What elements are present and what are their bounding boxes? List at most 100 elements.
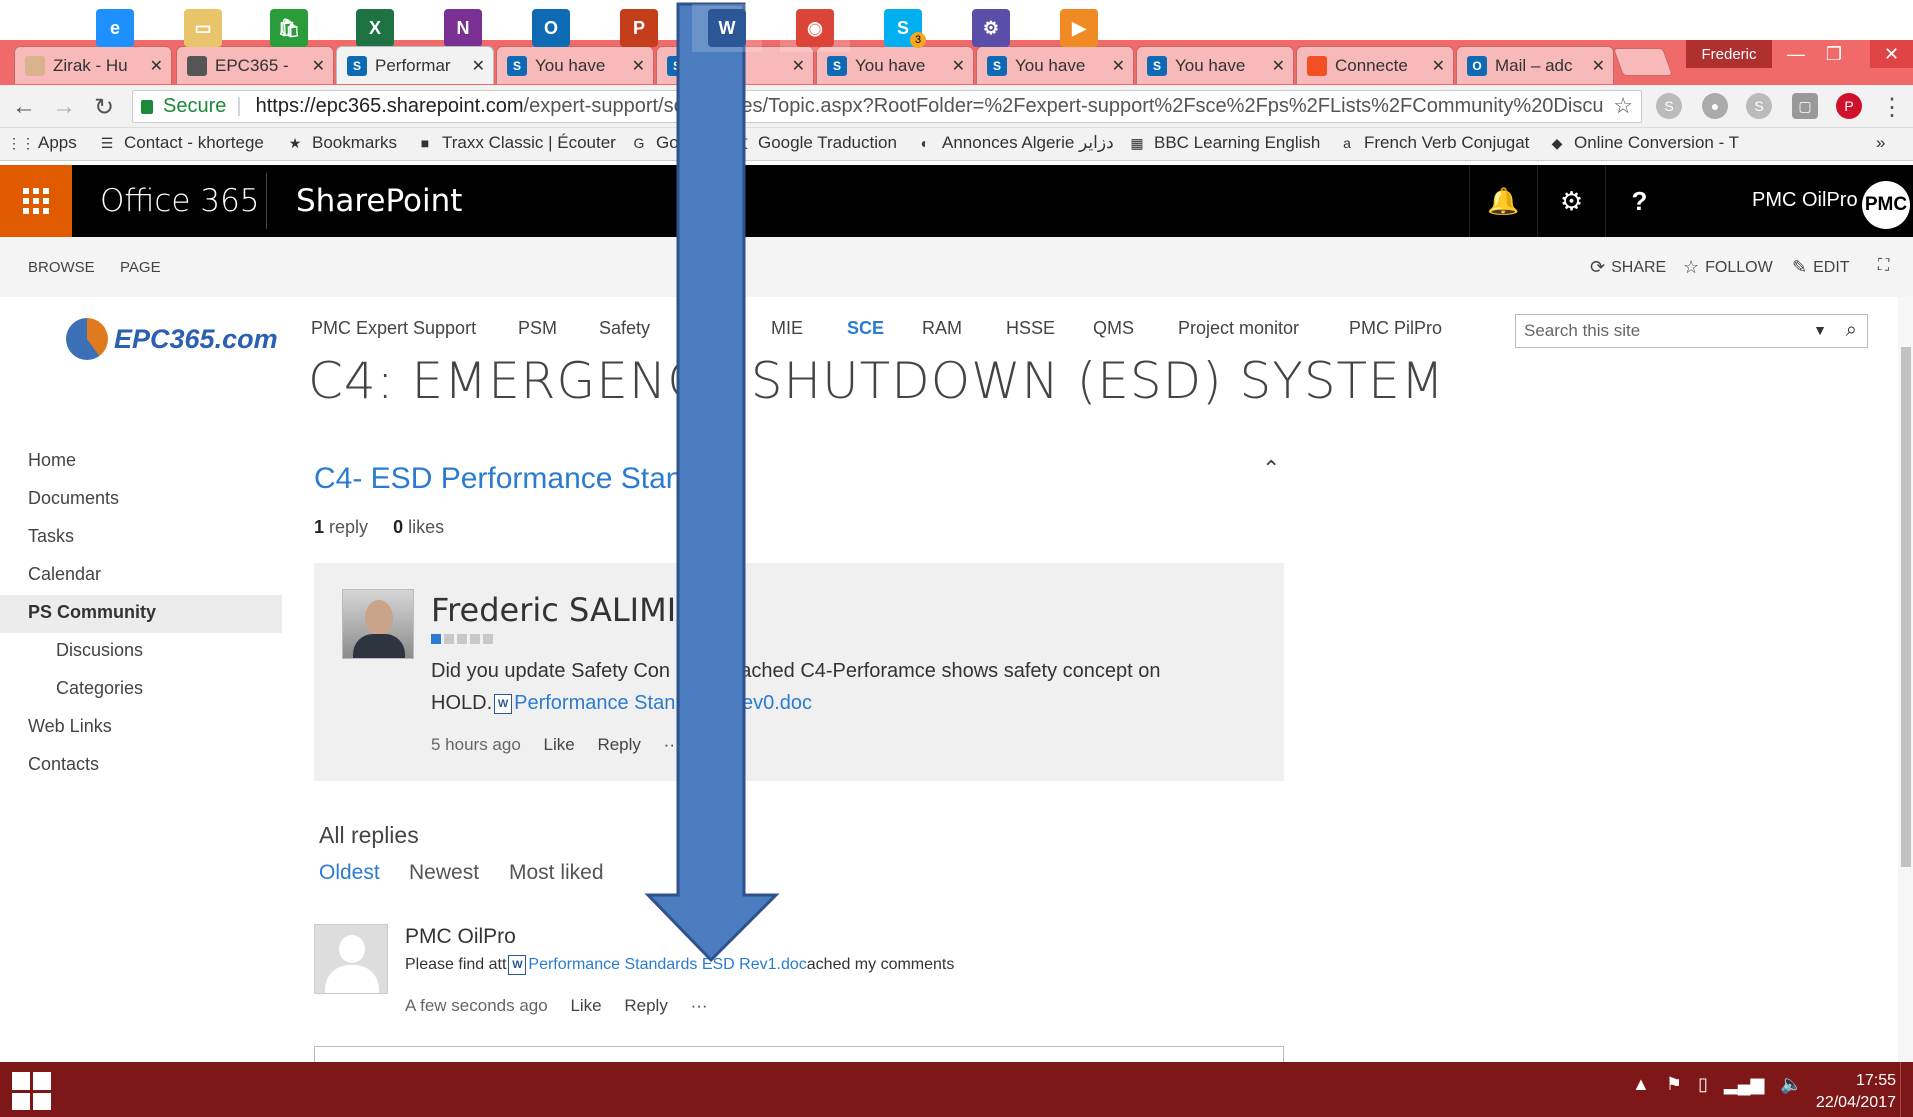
- office-365-title[interactable]: Office 365: [100, 183, 260, 219]
- taskbar-app-button[interactable]: O: [516, 4, 586, 52]
- taskbar-app-button[interactable]: ▭: [168, 4, 238, 52]
- top-nav-item[interactable]: Safety: [599, 318, 650, 339]
- start-button-windows-icon[interactable]: [12, 1072, 52, 1110]
- collapse-chevron-icon[interactable]: ⌃: [1262, 456, 1280, 482]
- tab-close-icon[interactable]: ✕: [312, 56, 325, 76]
- tab-close-icon[interactable]: ✕: [952, 56, 965, 76]
- bookmark-item[interactable]: ◐ Annonces Algerie دزاير: [916, 133, 1114, 153]
- top-nav-item[interactable]: PSM: [518, 318, 557, 339]
- reply-reply-button[interactable]: Reply: [624, 996, 667, 1015]
- address-bar[interactable]: Secure | https://epc365.sharepoint.com/e…: [132, 90, 1642, 123]
- secure-indicator[interactable]: Secure: [141, 95, 226, 118]
- tab-close-icon[interactable]: ✕: [150, 56, 163, 76]
- power-icon[interactable]: ▯: [1698, 1074, 1708, 1095]
- left-nav-item[interactable]: Calendar: [28, 564, 101, 585]
- tab-page[interactable]: PAGE: [120, 259, 161, 276]
- bookmark-item[interactable]: ★ Bookmarks: [286, 133, 397, 153]
- network-signal-icon[interactable]: ▂▄▆: [1724, 1074, 1764, 1095]
- reply-input-box[interactable]: [314, 1046, 1284, 1062]
- help-icon[interactable]: ?: [1605, 165, 1673, 237]
- avatar[interactable]: PMC: [1862, 181, 1910, 229]
- left-nav-item[interactable]: Categories: [56, 678, 143, 699]
- taskbar-app-button[interactable]: ▶: [1044, 4, 1114, 52]
- skype-extension-icon[interactable]: S: [1656, 93, 1682, 119]
- bookmark-star-icon[interactable]: ☆: [1613, 93, 1633, 119]
- author-photo[interactable]: [342, 589, 414, 659]
- share-button[interactable]: ⟳ SHARE: [1590, 257, 1666, 278]
- extension-square-icon[interactable]: ▢: [1792, 93, 1818, 119]
- notifications-bell-icon[interactable]: 🔔: [1469, 165, 1537, 237]
- action-center-flag-icon[interactable]: ⚑: [1666, 1074, 1682, 1095]
- user-name[interactable]: PMC OilPro: [1752, 189, 1858, 212]
- taskbar-app-button[interactable]: W: [692, 4, 762, 52]
- tab-10[interactable]: O Mail – adc ✕: [1456, 46, 1614, 84]
- focus-on-content-icon[interactable]: ⛶: [1878, 257, 1889, 275]
- tab-close-icon[interactable]: ✕: [792, 56, 805, 76]
- bookmark-item[interactable]: ▦ BBC Learning English: [1128, 133, 1320, 153]
- back-icon[interactable]: ←: [10, 93, 38, 121]
- tab-8[interactable]: S You have ✕: [1136, 46, 1294, 84]
- site-logo[interactable]: EPC365.com: [66, 318, 278, 360]
- post-like-button[interactable]: Like: [544, 735, 575, 754]
- profile-button[interactable]: Frederic: [1686, 40, 1772, 68]
- tab-close-icon[interactable]: ✕: [1592, 56, 1605, 76]
- left-nav-item[interactable]: Discusions: [56, 640, 143, 661]
- taskbar-app-button[interactable]: N: [428, 4, 498, 52]
- taskbar-app-button[interactable]: P: [604, 4, 674, 52]
- extension-icon[interactable]: ●: [1702, 93, 1728, 119]
- forward-icon[interactable]: →: [50, 93, 78, 121]
- post-reply-button[interactable]: Reply: [597, 735, 640, 754]
- page-scrollbar[interactable]: [1898, 297, 1913, 1062]
- search-input[interactable]: Search this site ▼ ⌕: [1515, 314, 1868, 348]
- tab-close-icon[interactable]: ✕: [632, 56, 645, 76]
- system-clock[interactable]: 17:55 22/04/2017: [1800, 1070, 1896, 1114]
- scrollbar-thumb[interactable]: [1901, 347, 1911, 867]
- top-nav-item[interactable]: SCE: [847, 318, 884, 339]
- tab-3[interactable]: S Performar ✕: [336, 46, 494, 84]
- discussion-title[interactable]: C4- ESD Performance Stand: [314, 462, 699, 496]
- left-nav-item[interactable]: Contacts: [28, 754, 99, 775]
- tab-9[interactable]: Connecte ✕: [1296, 46, 1454, 84]
- search-scope-dropdown-icon[interactable]: ▼: [1813, 322, 1827, 338]
- bookmark-item[interactable]: ☰ Contact - khortege: [98, 133, 264, 153]
- top-nav-item[interactable]: HSSE: [1006, 318, 1055, 339]
- bookmarks-overflow-icon[interactable]: »: [1876, 133, 1885, 153]
- top-nav-item[interactable]: RAM: [922, 318, 962, 339]
- reload-icon[interactable]: ↻: [90, 93, 118, 121]
- edit-button[interactable]: ✎ EDIT: [1792, 257, 1850, 278]
- close-window-icon[interactable]: ✕: [1870, 40, 1913, 68]
- bookmark-item[interactable]: ⋮⋮ Apps: [7, 133, 77, 153]
- show-desktop-button[interactable]: [1900, 1062, 1913, 1117]
- follow-button[interactable]: ☆ FOLLOW: [1683, 257, 1773, 278]
- taskbar-app-button[interactable]: S3: [868, 4, 938, 52]
- reply-more-options-icon[interactable]: ···: [691, 996, 708, 1015]
- taskbar-app-button[interactable]: ◉: [780, 4, 850, 52]
- chrome-menu-icon[interactable]: ⋮: [1878, 93, 1906, 121]
- left-nav-item[interactable]: PS Community: [28, 602, 156, 623]
- app-launcher-icon[interactable]: [0, 165, 72, 237]
- bookmark-item[interactable]: ■ Traxx Classic | Écouter: [416, 133, 616, 153]
- minimize-icon[interactable]: —: [1776, 40, 1816, 68]
- left-nav-item[interactable]: Tasks: [28, 526, 74, 547]
- sharepoint-title[interactable]: SharePoint: [296, 183, 462, 219]
- restore-icon[interactable]: ❐: [1814, 40, 1854, 68]
- url-text[interactable]: https://epc365.sharepoint.com/expert-sup…: [256, 95, 1604, 118]
- top-nav-item[interactable]: QMS: [1093, 318, 1134, 339]
- left-nav-item[interactable]: Documents: [28, 488, 119, 509]
- sort-option[interactable]: Newest: [409, 861, 479, 885]
- skype-extension-icon-2[interactable]: S: [1746, 93, 1772, 119]
- taskbar-app-button[interactable]: e: [80, 4, 150, 52]
- reply-like-button[interactable]: Like: [570, 996, 601, 1015]
- sort-option[interactable]: Most liked: [509, 861, 604, 885]
- taskbar-app-button[interactable]: 🛍: [254, 4, 324, 52]
- reply-author[interactable]: PMC OilPro: [405, 925, 516, 949]
- search-icon[interactable]: ⌕: [1846, 319, 1857, 342]
- taskbar-app-button[interactable]: ⚙: [956, 4, 1026, 52]
- settings-gear-icon[interactable]: ⚙: [1537, 165, 1605, 237]
- left-nav-item[interactable]: Web Links: [28, 716, 112, 737]
- top-nav-item[interactable]: PMC Expert Support: [311, 318, 476, 339]
- show-hidden-icons-icon[interactable]: ▲: [1632, 1074, 1650, 1095]
- post-author[interactable]: Frederic SALIMI: [431, 591, 676, 629]
- bookmark-item[interactable]: ◆ Online Conversion - T: [1548, 133, 1739, 153]
- tab-close-icon[interactable]: ✕: [472, 56, 485, 76]
